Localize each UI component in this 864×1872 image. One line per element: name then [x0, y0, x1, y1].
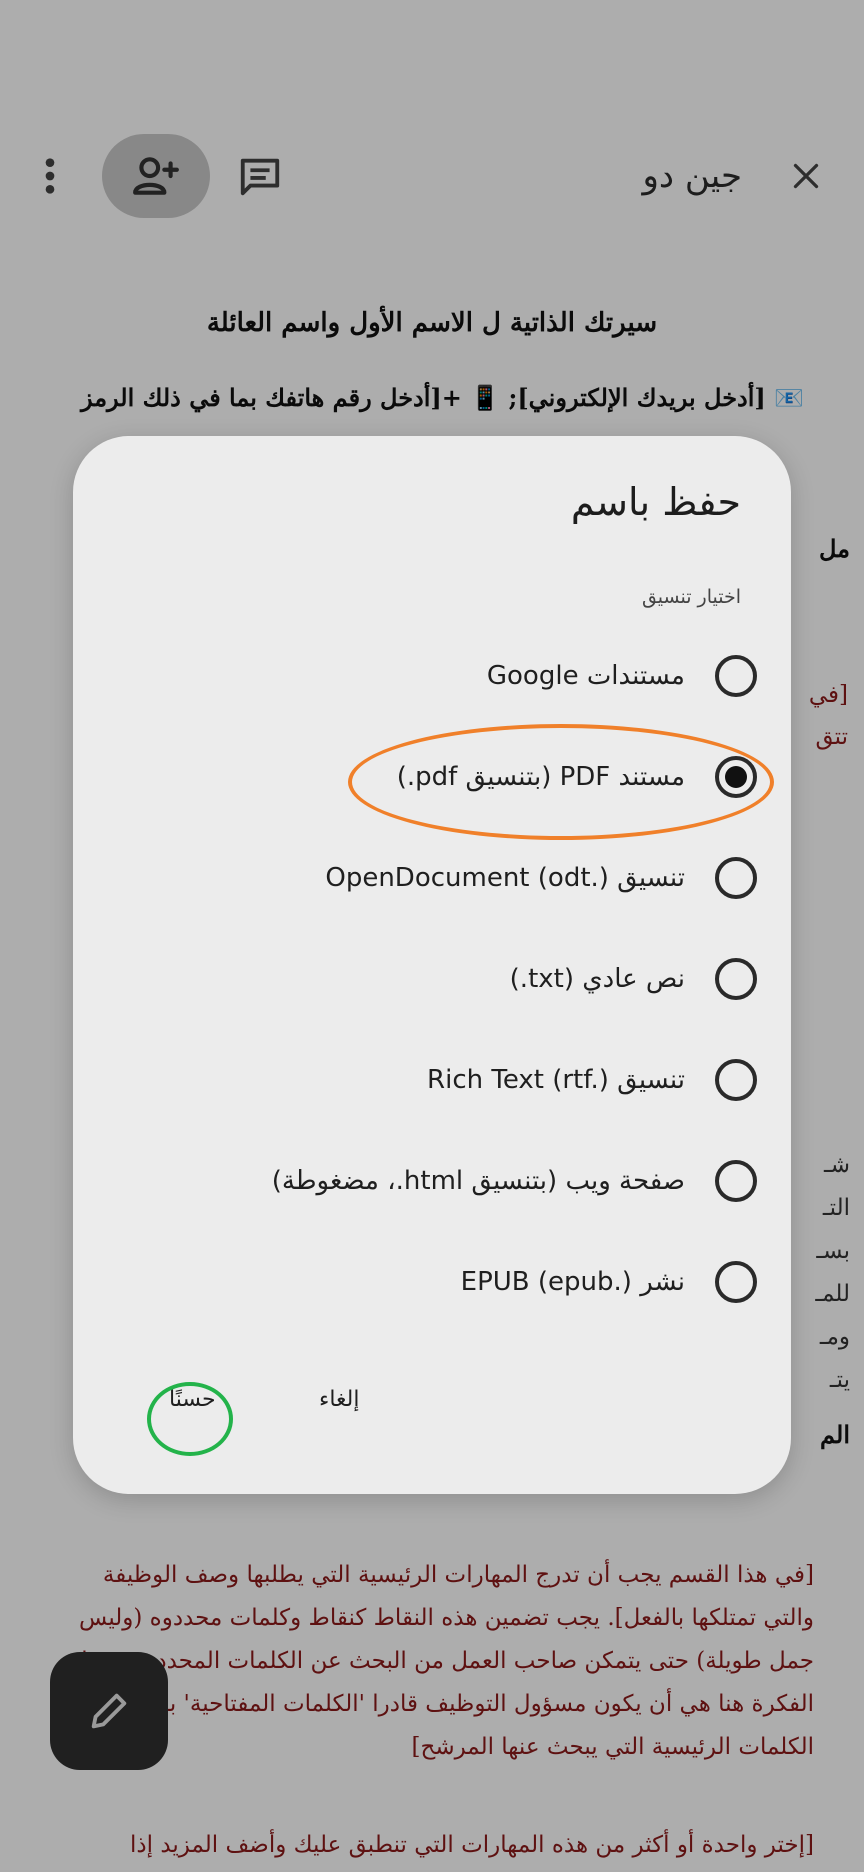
format-option-label: نشر EPUB (epub.) — [460, 1267, 685, 1297]
ok-button[interactable]: حسنًا — [169, 1380, 216, 1420]
format-option-epub[interactable]: نشر EPUB (epub.) — [113, 1240, 757, 1324]
radio-button-selected[interactable] — [715, 756, 757, 798]
radio-button[interactable] — [715, 857, 757, 899]
radio-button[interactable] — [715, 1160, 757, 1202]
format-option-label: مستند PDF (بتنسيق pdf.) — [396, 762, 685, 792]
format-option-odt[interactable]: تنسيق OpenDocument (odt.) — [113, 836, 757, 920]
format-option-rtf[interactable]: تنسيق Rich Text (rtf.) — [113, 1038, 757, 1122]
format-option-html[interactable]: صفحة ويب (بتنسيق html.، مضغوطة) — [113, 1139, 757, 1223]
radio-button[interactable] — [715, 958, 757, 1000]
radio-button[interactable] — [715, 1059, 757, 1101]
format-option-pdf[interactable]: مستند PDF (بتنسيق pdf.) — [113, 735, 757, 819]
format-option-label: صفحة ويب (بتنسيق html.، مضغوطة) — [271, 1166, 685, 1196]
format-option-txt[interactable]: نص عادي (txt.) — [113, 937, 757, 1021]
radio-button[interactable] — [715, 655, 757, 697]
cancel-button[interactable]: إلغاء — [319, 1380, 359, 1420]
edit-fab-button[interactable] — [50, 1652, 168, 1770]
format-option-label: نص عادي (txt.) — [509, 964, 685, 994]
format-option-google-docs[interactable]: مستندات Google — [113, 634, 757, 718]
format-option-label: تنسيق OpenDocument (odt.) — [325, 863, 685, 893]
save-as-dialog: حفظ باسم اختيار تنسيق مستندات Google مست… — [73, 436, 791, 1494]
format-option-label: مستندات Google — [486, 661, 685, 691]
dialog-title: حفظ باسم — [570, 480, 741, 524]
radio-button[interactable] — [715, 1261, 757, 1303]
edit-pencil-icon — [91, 1693, 127, 1729]
format-option-label: تنسيق Rich Text (rtf.) — [427, 1065, 685, 1095]
dialog-subtitle: اختيار تنسيق — [641, 586, 741, 608]
